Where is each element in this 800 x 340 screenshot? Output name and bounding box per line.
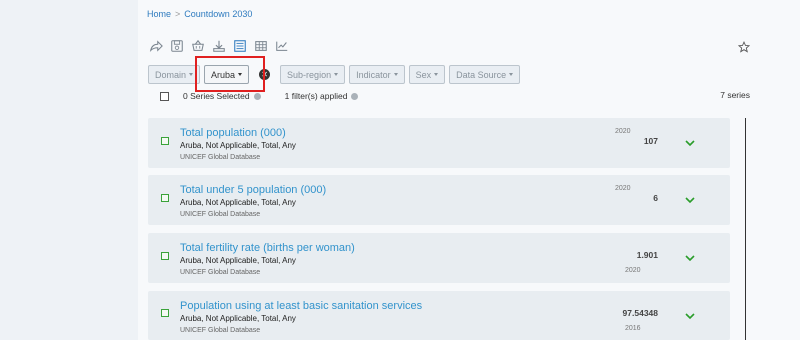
series-checkbox[interactable] <box>161 309 169 317</box>
expand-chevron-icon[interactable] <box>685 196 695 204</box>
selection-row: 0 Series Selected 1 filter(s) applied 7 … <box>160 90 750 101</box>
list-view-icon[interactable] <box>232 38 247 53</box>
filter-data-source[interactable]: Data Source <box>449 65 521 84</box>
chevron-down-icon <box>334 73 339 76</box>
chevron-down-icon <box>189 73 194 76</box>
filter-sex-label: Sex <box>415 69 432 80</box>
series-meta: Aruba, Not Applicable, Total, Any <box>180 314 296 323</box>
series-card[interactable]: Population using at least basic sanitati… <box>148 291 730 340</box>
save-icon[interactable] <box>169 38 184 53</box>
chart-view-icon[interactable] <box>274 38 289 53</box>
series-count: 7 series <box>720 90 750 100</box>
series-selected-text: 0 Series Selected <box>183 91 250 101</box>
breadcrumb-home[interactable]: Home <box>147 9 171 19</box>
filters-applied-text: 1 filter(s) applied <box>284 91 348 101</box>
series-year: 2020 <box>615 128 631 135</box>
breadcrumb-current[interactable]: Countdown 2030 <box>184 9 252 19</box>
series-source: UNICEF Global Database <box>180 211 261 218</box>
clear-selection-icon[interactable] <box>253 92 261 100</box>
series-title[interactable]: Total fertility rate (births per woman) <box>180 242 355 254</box>
series-card[interactable]: Total fertility rate (births per woman) … <box>148 233 730 283</box>
series-card[interactable]: Total population (000) Aruba, Not Applic… <box>148 118 730 168</box>
expand-chevron-icon[interactable] <box>685 254 695 262</box>
series-value: 6 <box>653 193 658 203</box>
left-margin <box>0 0 138 340</box>
series-value: 97.54348 <box>622 308 658 318</box>
breadcrumb-separator: > <box>175 9 181 19</box>
toolbar <box>148 38 289 53</box>
series-meta: Aruba, Not Applicable, Total, Any <box>180 141 296 150</box>
series-source: UNICEF Global Database <box>180 154 261 161</box>
filter-data-source-label: Data Source <box>456 69 507 80</box>
chevron-down-icon <box>434 73 439 76</box>
series-meta: Aruba, Not Applicable, Total, Any <box>180 198 296 207</box>
filter-indicator-label: Indicator <box>356 69 391 80</box>
chevron-down-icon <box>509 73 514 76</box>
star-icon[interactable] <box>737 40 751 53</box>
series-title[interactable]: Population using at least basic sanitati… <box>180 300 422 312</box>
filter-domain-label: Domain <box>155 69 187 80</box>
series-meta: Aruba, Not Applicable, Total, Any <box>180 256 296 265</box>
filter-subregion[interactable]: Sub-region <box>280 65 346 84</box>
series-checkbox[interactable] <box>161 252 169 260</box>
series-card[interactable]: Total under 5 population (000) Aruba, No… <box>148 175 730 225</box>
series-title[interactable]: Total under 5 population (000) <box>180 184 326 196</box>
share-icon[interactable] <box>148 38 163 53</box>
breadcrumb: Home > Countdown 2030 <box>147 9 252 19</box>
table-view-icon[interactable] <box>253 38 268 53</box>
highlight-box <box>195 56 265 92</box>
expand-chevron-icon[interactable] <box>685 312 695 320</box>
series-year: 2020 <box>615 185 631 192</box>
main-panel: Home > Countdown 2030 Domain Aruba ✕ Sub- <box>138 0 800 340</box>
filter-subregion-label: Sub-region <box>287 69 332 80</box>
select-all-checkbox[interactable] <box>160 91 169 101</box>
filter-domain[interactable]: Domain <box>148 65 201 84</box>
download-icon[interactable] <box>211 38 226 53</box>
series-source: UNICEF Global Database <box>180 269 261 276</box>
series-year: 2020 <box>625 267 641 274</box>
series-title[interactable]: Total population (000) <box>180 127 286 139</box>
series-year: 2016 <box>625 325 641 332</box>
series-checkbox[interactable] <box>161 194 169 202</box>
series-source: UNICEF Global Database <box>180 327 261 334</box>
series-value: 1.901 <box>636 250 658 260</box>
scrollbar-track[interactable] <box>745 118 746 340</box>
expand-chevron-icon[interactable] <box>685 139 695 147</box>
filter-indicator[interactable]: Indicator <box>349 65 405 84</box>
chevron-down-icon <box>393 73 398 76</box>
filter-sex[interactable]: Sex <box>408 65 446 84</box>
series-value: 107 <box>643 136 658 146</box>
series-checkbox[interactable] <box>161 137 169 145</box>
clear-filters-icon[interactable] <box>351 92 359 100</box>
basket-icon[interactable] <box>190 38 205 53</box>
